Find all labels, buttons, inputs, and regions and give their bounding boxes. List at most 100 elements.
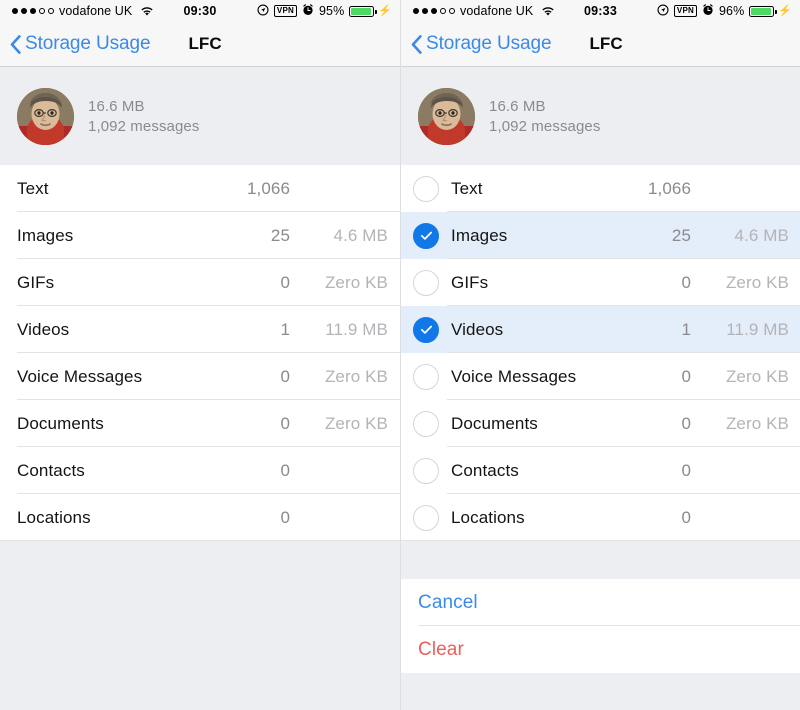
screen-right: vodafone UK 09:33 VPN 96% ⚡ Storage Usage LFC 1… [400, 0, 800, 710]
status-bar: vodafone UK 09:30 VPN 95% ⚡ [0, 0, 400, 22]
checkbox-unchecked[interactable] [413, 269, 439, 296]
message-count-label: 1,092 messages [88, 117, 200, 135]
row-label: Locations [451, 507, 525, 527]
row-count-value: 0 [280, 460, 290, 480]
total-size-label: 16.6 MB [88, 97, 145, 115]
alarm-clock-icon [302, 3, 314, 19]
avatar [418, 87, 475, 145]
summary-text: 16.6 MB 1,092 messages [489, 98, 600, 135]
page-title: LFC [589, 34, 623, 53]
back-button-label: Storage Usage [426, 33, 552, 54]
table-row[interactable]: Videos 1 11.9 MB [401, 306, 800, 353]
battery-fill [751, 7, 772, 15]
row-label: Text [451, 178, 483, 198]
checkbox-unchecked[interactable] [413, 410, 439, 437]
checkbox-checked[interactable] [413, 316, 439, 343]
row-label: Documents [17, 413, 104, 433]
checkbox-unchecked[interactable] [413, 363, 439, 390]
table-row[interactable]: Locations 0 [401, 494, 800, 541]
row-label: Videos [451, 319, 504, 339]
row-size-value: Zero KB [725, 272, 789, 292]
checkbox-unchecked[interactable] [413, 175, 439, 202]
conversation-summary-header: 16.6 MB 1,092 messages [0, 67, 400, 165]
row-label: Videos [17, 319, 70, 339]
screenshot-comparison: vodafone UK 09:30 VPN 95% ⚡ Storage Usage LFC 1… [0, 0, 800, 710]
checkbox-unchecked[interactable] [413, 504, 439, 531]
navigation-bar: Storage Usage LFC [401, 22, 800, 67]
row-label: GIFs [17, 272, 55, 292]
status-bar-right: VPN 96% ⚡ [657, 3, 792, 19]
table-row[interactable]: Text 1,066 [0, 165, 400, 212]
status-bar: vodafone UK 09:33 VPN 96% ⚡ [401, 0, 800, 22]
row-count-value: 25 [270, 225, 290, 245]
back-button-label: Storage Usage [25, 33, 151, 54]
back-button[interactable]: Storage Usage [401, 33, 552, 55]
row-label: Voice Messages [17, 366, 143, 386]
checkbox-checked[interactable] [413, 222, 439, 249]
row-label: Images [17, 225, 74, 245]
row-size-value: Zero KB [324, 413, 388, 433]
table-row[interactable]: Documents 0 Zero KB [0, 400, 400, 447]
row-count-value: 0 [681, 366, 691, 386]
status-bar-right: VPN 95% ⚡ [257, 3, 392, 19]
battery-percentage: 96% [718, 4, 745, 18]
battery-percentage: 95% [318, 4, 345, 18]
clear-button[interactable]: Clear [401, 626, 800, 673]
sheet-spacer [401, 541, 800, 579]
lightning-bolt-icon: ⚡ [778, 4, 792, 17]
table-row[interactable]: Images 25 4.6 MB [401, 212, 800, 259]
action-sheet: Cancel Clear [401, 579, 800, 673]
row-size-value: 11.9 MB [325, 319, 388, 339]
checkbox-unchecked[interactable] [413, 457, 439, 484]
row-label: Contacts [17, 460, 85, 480]
row-count-value: 1,066 [246, 178, 290, 198]
cancel-button-label: Cancel [418, 591, 478, 613]
row-size-value: 11.9 MB [726, 319, 789, 339]
back-button[interactable]: Storage Usage [0, 33, 151, 55]
table-row[interactable]: Voice Messages 0 Zero KB [401, 353, 800, 400]
row-count-value: 0 [681, 460, 691, 480]
row-size-value: Zero KB [324, 272, 388, 292]
row-size-value: Zero KB [324, 366, 388, 386]
table-row[interactable]: Videos 1 11.9 MB [0, 306, 400, 353]
table-row[interactable]: Contacts 0 [401, 447, 800, 494]
table-row[interactable]: Contacts 0 [0, 447, 400, 494]
conversation-summary-header: 16.6 MB 1,092 messages [401, 67, 800, 165]
row-label: Documents [451, 413, 538, 433]
media-category-list: Text 1,066 Images 25 4.6 MB GIFs 0 Zero KB Video… [0, 165, 400, 541]
page-title: LFC [188, 34, 222, 53]
row-label: Locations [17, 507, 91, 527]
table-row[interactable]: Locations 0 [0, 494, 400, 541]
clear-button-label: Clear [418, 638, 464, 660]
table-row[interactable]: GIFs 0 Zero KB [0, 259, 400, 306]
row-separator [401, 540, 800, 541]
battery-icon [749, 5, 777, 17]
vpn-indicator: VPN [673, 5, 697, 17]
row-count-value: 0 [280, 507, 290, 527]
cancel-button[interactable]: Cancel [401, 579, 800, 626]
row-size-value: Zero KB [725, 366, 789, 386]
table-row[interactable]: GIFs 0 Zero KB [401, 259, 800, 306]
table-row[interactable]: Images 25 4.6 MB [0, 212, 400, 259]
lightning-bolt-icon: ⚡ [378, 4, 392, 17]
row-label: Contacts [451, 460, 519, 480]
row-count-value: 1 [280, 319, 290, 339]
table-row[interactable]: Voice Messages 0 Zero KB [0, 353, 400, 400]
row-size-value: 4.6 MB [333, 225, 388, 245]
screen-left: vodafone UK 09:30 VPN 95% ⚡ Storage Usage LFC 1… [0, 0, 400, 710]
message-count-label: 1,092 messages [489, 117, 601, 135]
row-count-value: 25 [671, 225, 691, 245]
row-label: Voice Messages [451, 366, 577, 386]
row-size-value: Zero KB [725, 413, 789, 433]
row-count-value: 0 [681, 507, 691, 527]
row-count-value: 0 [280, 413, 290, 433]
row-count-value: 1,066 [647, 178, 691, 198]
row-count-value: 1 [681, 319, 691, 339]
summary-text: 16.6 MB 1,092 messages [88, 98, 199, 135]
table-row[interactable]: Documents 0 Zero KB [401, 400, 800, 447]
vpn-indicator: VPN [273, 5, 297, 17]
total-size-label: 16.6 MB [489, 97, 546, 115]
table-row[interactable]: Text 1,066 [401, 165, 800, 212]
alarm-clock-icon [702, 3, 714, 19]
navigation-bar: Storage Usage LFC [0, 22, 400, 67]
